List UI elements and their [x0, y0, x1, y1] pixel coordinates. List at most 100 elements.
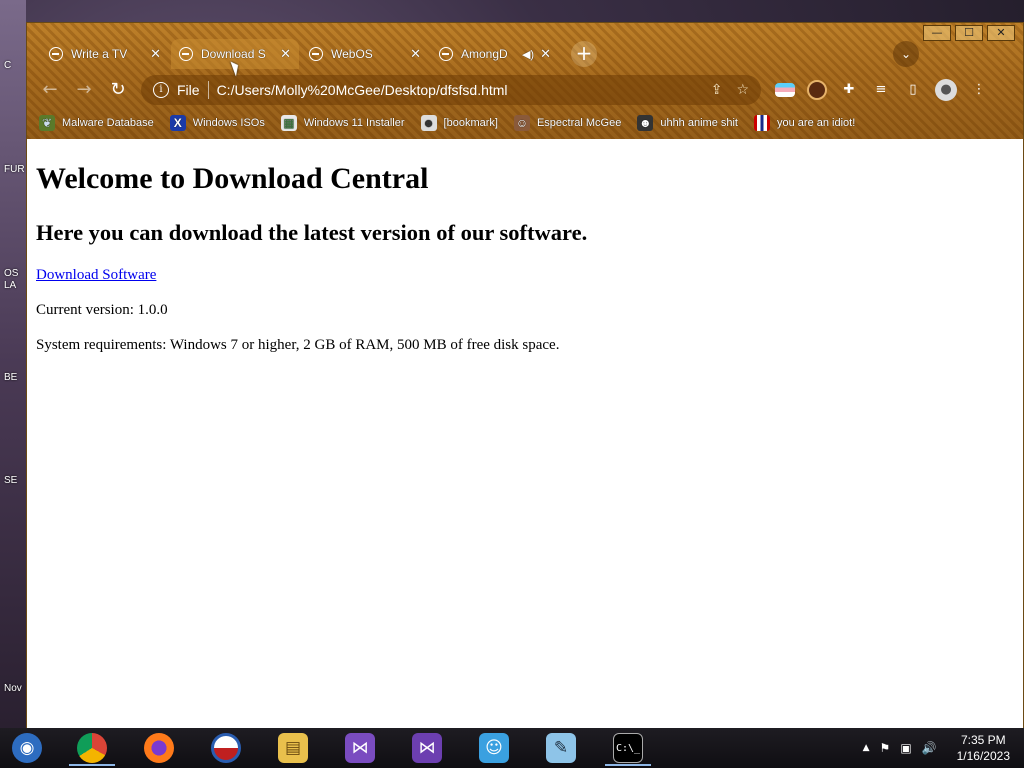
chrome-icon — [77, 733, 107, 763]
puzzle-icon[interactable]: ✚ — [839, 80, 859, 100]
bookmark-label: Windows 11 Installer — [303, 117, 405, 129]
tab-title: Write a TV — [71, 47, 128, 61]
anime-icon: ☻ — [637, 115, 654, 131]
visual-studio-installer-icon: ⋈ — [345, 733, 375, 763]
taskbar-chrome[interactable] — [63, 729, 121, 767]
tab-search-button[interactable]: ⌄ — [893, 41, 919, 67]
bookmark-label: uhhh anime shit — [660, 117, 738, 129]
tab-write-a-tv[interactable]: Write a TV ✕ — [41, 39, 169, 69]
bookmark-you-are-an-idiot[interactable]: you are an idiot! — [754, 115, 855, 131]
bookmark-malware-database[interactable]: ❦ Malware Database — [39, 115, 154, 131]
image-icon: ▦ — [280, 115, 297, 131]
bookmark-label: Espectral McGee — [536, 117, 622, 129]
logo-icon — [211, 733, 241, 763]
reload-button[interactable]: ↻ — [103, 75, 133, 105]
info-icon[interactable]: i — [153, 82, 169, 98]
browser-window: — ☐ ✕ Write a TV ✕ Download S ✕ WebOS ✕ — [26, 22, 1024, 729]
network-icon[interactable]: ▣ — [900, 741, 911, 755]
bookmark-windows-11-installer[interactable]: ▦ Windows 11 Installer — [280, 115, 405, 131]
address-bar[interactable]: i File C:/Users/Molly%20McGee/Desktop/df… — [141, 75, 761, 105]
speaker-icon[interactable]: ◀) — [522, 48, 534, 61]
toolbar: ← → ↻ i File C:/Users/Molly%20McGee/Desk… — [27, 73, 1023, 107]
notepad-icon: ✎ — [546, 733, 576, 763]
globe-icon — [439, 47, 453, 61]
sidebar-icon[interactable]: ▯ — [903, 80, 923, 100]
folder-icon: ▤ — [278, 733, 308, 763]
desktop-icon-label[interactable]: FUR — [4, 164, 25, 175]
close-icon[interactable]: ✕ — [540, 46, 551, 62]
taskbar-notepad[interactable]: ✎ — [532, 729, 590, 767]
bookmark-placeholder[interactable]: ☻ [bookmark] — [420, 115, 498, 131]
chevron-up-icon[interactable]: ▲ — [863, 743, 870, 753]
browser-chrome: — ☐ ✕ Write a TV ✕ Download S ✕ WebOS ✕ — [27, 23, 1023, 139]
url-scheme: File — [177, 82, 200, 98]
desktop-icon-label[interactable]: OS — [4, 268, 18, 279]
taskbar-firefox[interactable] — [130, 729, 188, 767]
globe-icon — [179, 47, 193, 61]
desktop-background: C FUR OS LA BE SE Nov — [0, 0, 26, 728]
bookmark-label: Malware Database — [62, 117, 154, 129]
terminal-icon: C:\_ — [613, 733, 643, 763]
visual-studio-icon: ⋈ — [412, 733, 442, 763]
taskbar-file-explorer[interactable]: ▤ — [264, 729, 322, 767]
page-heading: Welcome to Download Central — [36, 162, 429, 195]
system-tray: ▲ ⚑ ▣ 🔊 7:35 PM 1/16/2023 — [863, 728, 1010, 768]
taskbar-logo-app[interactable] — [197, 729, 255, 767]
bookmark-label: you are an idiot! — [777, 117, 856, 129]
version-text: Current version: 1.0.0 — [36, 302, 168, 318]
anime-icon: ☻ — [420, 115, 437, 131]
bookmark-anime[interactable]: ☻ uhhh anime shit — [637, 115, 738, 131]
flag-icon — [754, 115, 770, 131]
firefox-icon — [144, 733, 174, 763]
desktop-icon-label[interactable]: BE — [4, 372, 17, 383]
back-button[interactable]: ← — [35, 75, 65, 105]
globe-icon — [309, 47, 323, 61]
restore-button[interactable]: ☐ — [955, 25, 983, 41]
desktop-icon-label[interactable]: LA — [4, 280, 16, 291]
minimize-button[interactable]: — — [923, 25, 951, 41]
window-controls: — ☐ ✕ — [923, 25, 1015, 41]
taskbar-visual-studio[interactable]: ⋈ — [398, 729, 456, 767]
close-icon[interactable]: ✕ — [150, 46, 161, 62]
extensions-area: ✚ ≡ ▯ ● ⋮ — [775, 79, 989, 101]
share-icon[interactable]: ⇪ — [711, 82, 723, 98]
bookmark-espectral-mcgee[interactable]: ☺ Espectral McGee — [513, 115, 622, 131]
tab-webos[interactable]: WebOS ✕ — [301, 39, 429, 69]
x-icon: X — [169, 115, 186, 131]
url-text[interactable]: C:/Users/Molly%20McGee/Desktop/dfsfsd.ht… — [217, 82, 697, 98]
close-icon[interactable]: ✕ — [410, 46, 421, 62]
star-icon[interactable]: ☆ — [736, 82, 749, 98]
desktop-icon-label[interactable]: Nov — [4, 683, 22, 694]
taskbar-command-prompt[interactable]: C:\_ — [599, 729, 657, 767]
tab-title: WebOS — [331, 47, 373, 61]
forward-button[interactable]: → — [69, 75, 99, 105]
new-tab-button[interactable]: + — [571, 41, 597, 67]
download-software-link[interactable]: Download Software — [36, 267, 156, 283]
taskbar-visual-studio-installer[interactable]: ⋈ — [331, 729, 389, 767]
desktop-icon-label[interactable]: C — [4, 60, 11, 71]
volume-icon[interactable]: 🔊 — [922, 741, 937, 755]
start-button[interactable]: ◉ — [0, 729, 54, 767]
tab-among[interactable]: AmongD ◀) ✕ — [431, 39, 559, 69]
taskbar-messenger[interactable]: ☺ — [465, 729, 523, 767]
clock-date: 1/16/2023 — [956, 749, 1010, 763]
bookmarks-bar: ❦ Malware Database X Windows ISOs ▦ Wind… — [27, 109, 1023, 137]
flag-icon[interactable]: ⚑ — [880, 741, 891, 755]
bookmark-label: Windows ISOs — [192, 117, 265, 129]
menu-icon[interactable]: ⋮ — [969, 80, 989, 100]
profile-icon[interactable]: ● — [935, 79, 957, 101]
leaf-icon: ❦ — [39, 115, 55, 131]
desktop-icon-label[interactable]: SE — [4, 475, 17, 486]
page-subheading: Here you can download the latest version… — [36, 220, 588, 245]
pride-flag-extension-icon[interactable] — [775, 83, 795, 97]
close-icon[interactable]: ✕ — [280, 46, 291, 62]
clock-time: 7:35 PM — [960, 733, 1006, 747]
clock[interactable]: 7:35 PM 1/16/2023 — [957, 732, 1010, 764]
avatar-extension-icon[interactable] — [807, 80, 827, 100]
bookmark-windows-isos[interactable]: X Windows ISOs — [169, 115, 265, 131]
media-control-icon[interactable]: ≡ — [871, 80, 891, 100]
page-content: Welcome to Download Central Here you can… — [27, 139, 1023, 729]
system-requirements-text: System requirements: Windows 7 or higher… — [36, 337, 560, 353]
bookmark-label: [bookmark] — [443, 117, 498, 129]
close-window-button[interactable]: ✕ — [987, 25, 1015, 41]
